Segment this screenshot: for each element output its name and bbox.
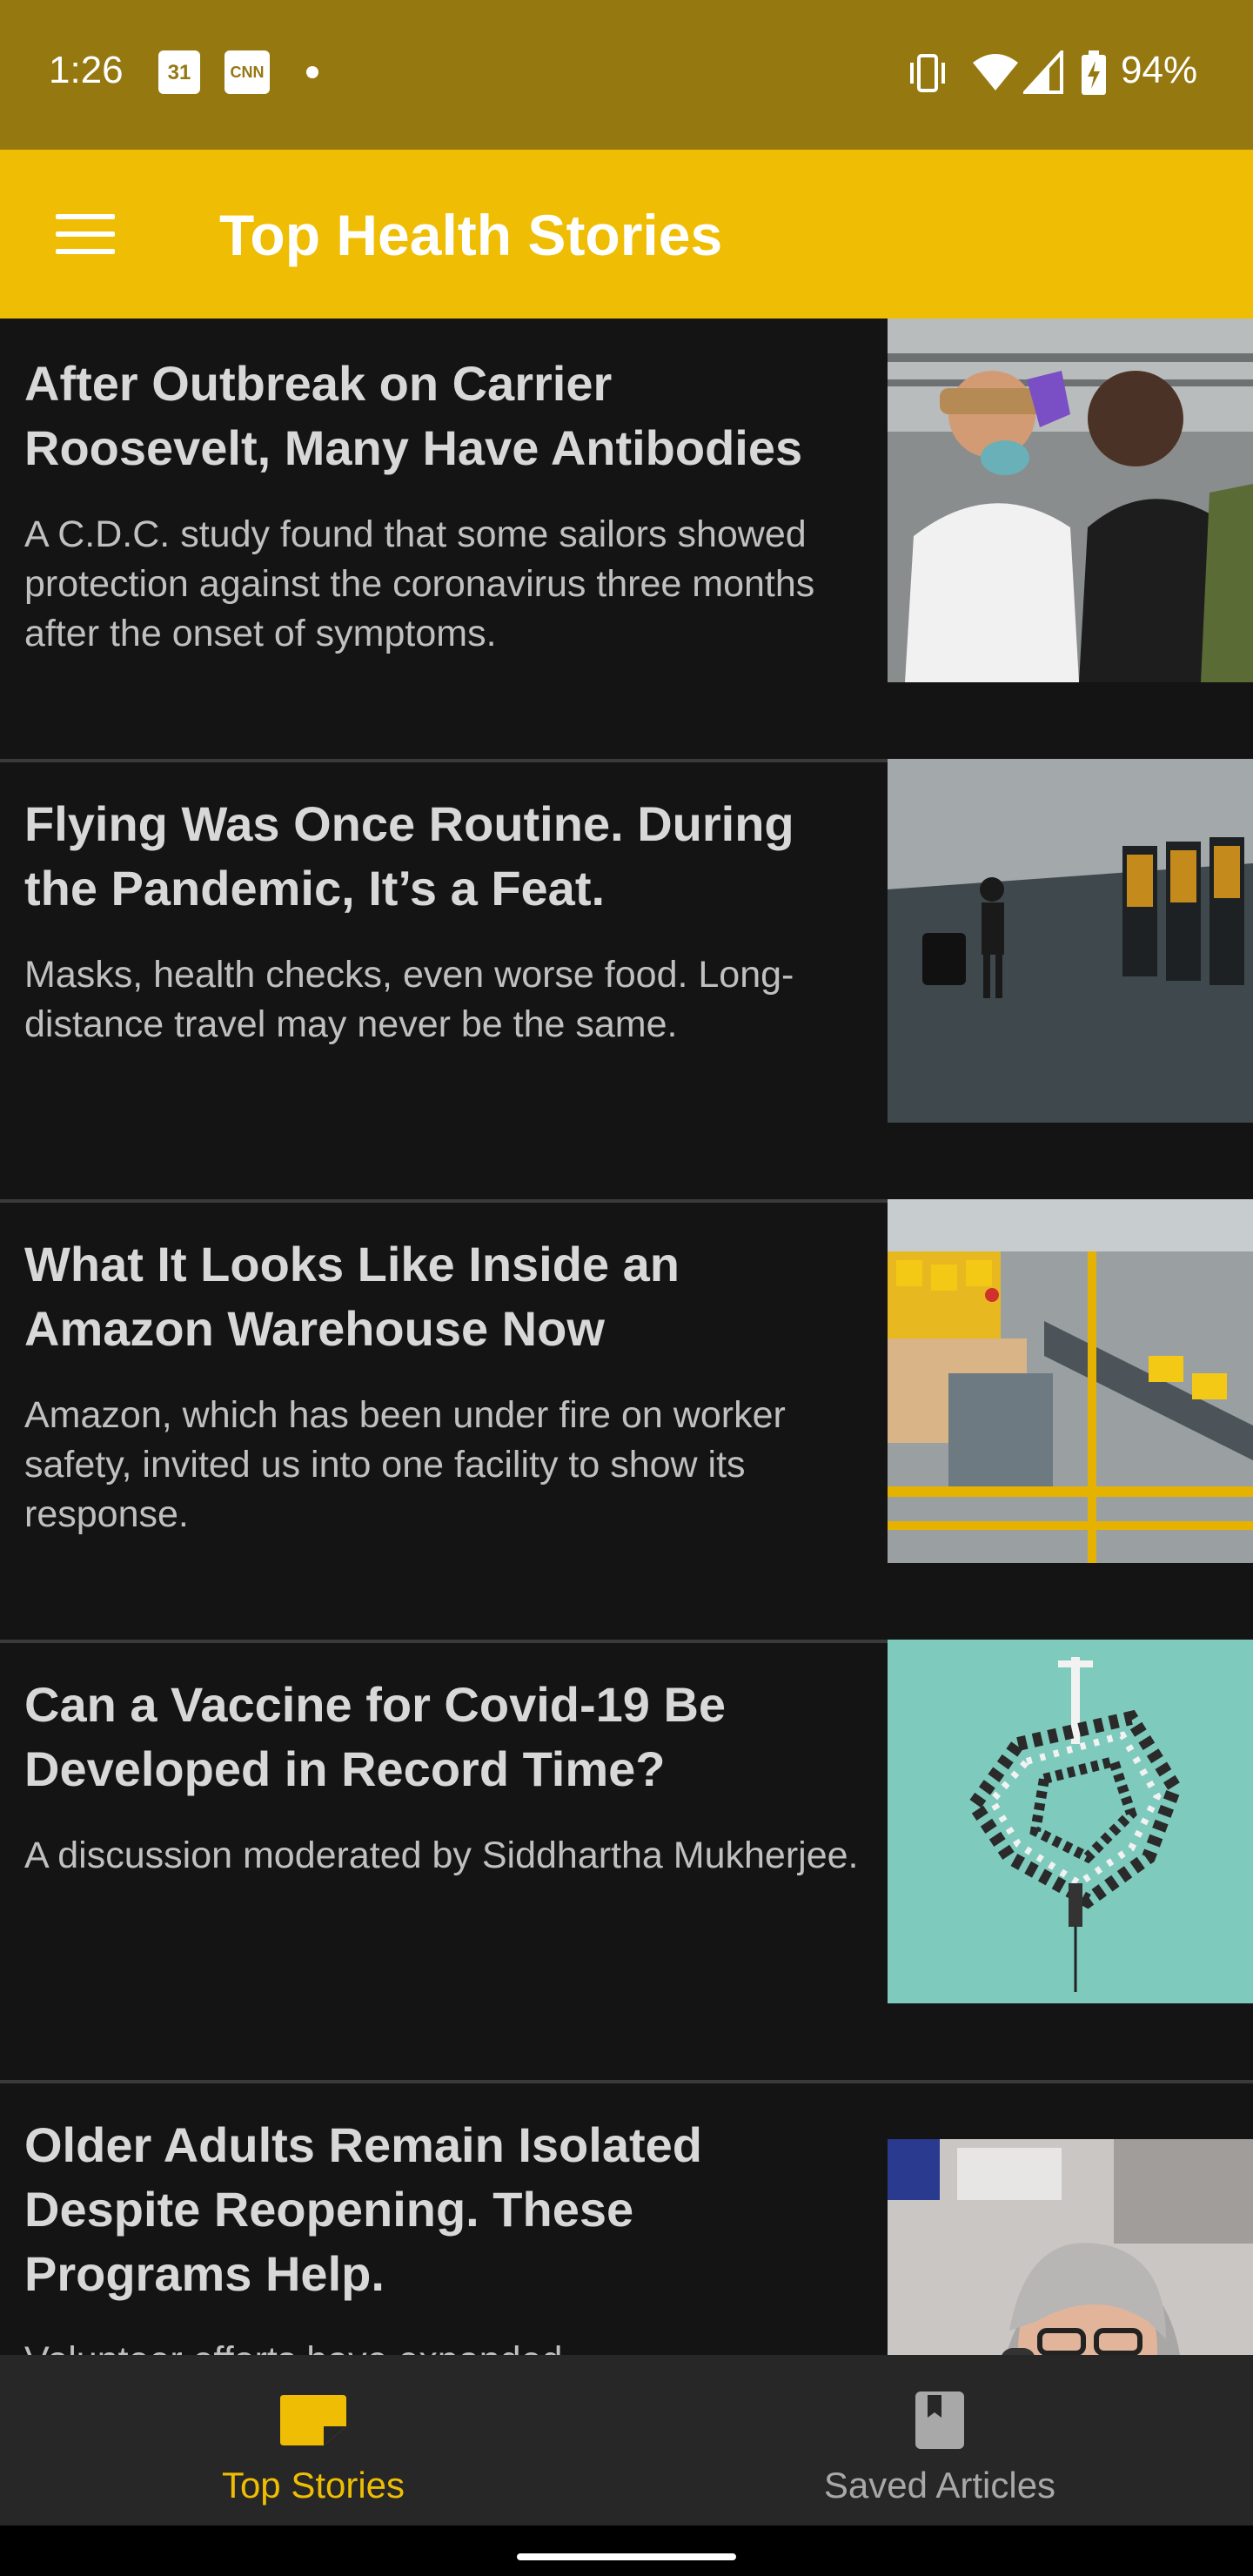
article-item[interactable]: Older Adults Remain Isolated Despite Reo… xyxy=(0,2080,1253,2355)
bottom-navigation: Top Stories Saved Articles xyxy=(0,2355,1253,2526)
article-list[interactable]: After Outbreak on Carrier Roosevelt, Man… xyxy=(0,319,1253,2355)
article-summary: Masks, health checks, even worse food. L… xyxy=(24,954,794,1045)
article-thumbnail xyxy=(888,1199,1253,1563)
article-summary: Volunteer efforts have expanded xyxy=(24,2336,860,2355)
home-gesture-handle[interactable] xyxy=(517,2553,736,2560)
article-thumbnail xyxy=(888,319,1253,682)
page-title: Top Health Stories xyxy=(219,203,723,267)
app-bar: Top Health Stories xyxy=(0,150,1253,319)
saved-articles-icon xyxy=(915,2392,964,2449)
article-item[interactable]: Flying Was Once Routine. During the Pand… xyxy=(0,759,1253,1203)
article-item[interactable]: What It Looks Like Inside an Amazon Ware… xyxy=(0,1199,1253,1643)
gesture-navigation-area xyxy=(0,2526,1253,2576)
article-summary: A discussion moderated by Siddhartha Muk… xyxy=(24,1835,859,1876)
status-time: 1:26 xyxy=(49,49,124,91)
wifi-icon xyxy=(973,54,1018,91)
article-thumbnail xyxy=(888,2139,1253,2355)
article-thumbnail xyxy=(888,1640,1253,2003)
article-title: Can a Vaccine for Covid-19 Be Developed … xyxy=(24,1677,727,1796)
hamburger-menu-icon[interactable] xyxy=(56,214,115,254)
article-item[interactable]: After Outbreak on Carrier Roosevelt, Man… xyxy=(0,319,1253,762)
signal-icon xyxy=(1023,50,1063,94)
article-title: Flying Was Once Routine. During the Pand… xyxy=(24,796,794,916)
nav-top-stories[interactable]: Top Stories xyxy=(0,2355,626,2526)
article-item[interactable]: Can a Vaccine for Covid-19 Be Developed … xyxy=(0,1640,1253,2083)
top-stories-icon xyxy=(280,2395,346,2445)
calendar-icon: 31 xyxy=(158,50,200,94)
article-title: After Outbreak on Carrier Roosevelt, Man… xyxy=(24,356,803,475)
nav-label-top-stories: Top Stories xyxy=(221,2465,405,2506)
article-summary: Amazon, which has been under fire on wor… xyxy=(24,1394,786,1535)
article-title: Older Adults Remain Isolated Despite Reo… xyxy=(24,2117,702,2301)
article-thumbnail xyxy=(888,759,1253,1123)
article-summary: A C.D.C. study found that some sailors s… xyxy=(24,513,815,654)
status-bar: 1:26 31 CNN 94% xyxy=(0,0,1253,150)
dot-icon xyxy=(306,66,318,78)
nav-saved-articles[interactable]: Saved Articles xyxy=(626,2355,1253,2526)
vibrate-icon xyxy=(910,54,945,92)
battery-percentage: 94% xyxy=(1121,49,1198,91)
battery-charging-icon xyxy=(1082,50,1106,95)
nav-label-saved-articles: Saved Articles xyxy=(823,2465,1056,2506)
article-title: What It Looks Like Inside an Amazon Ware… xyxy=(24,1237,680,1356)
cnn-icon: CNN xyxy=(224,50,270,94)
